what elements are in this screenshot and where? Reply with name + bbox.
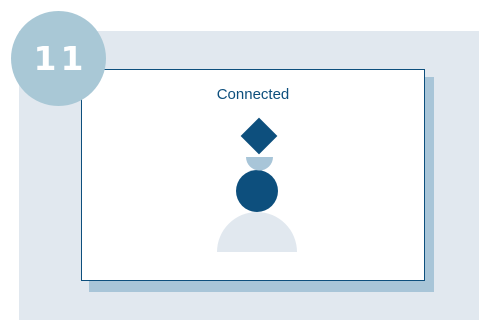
diamond-shape <box>240 117 278 155</box>
stacked-shapes-illustration <box>217 117 297 252</box>
bowl-half-circle-shape <box>246 157 273 171</box>
base-semicircle-shape <box>217 212 297 252</box>
head-circle-shape <box>236 170 278 212</box>
